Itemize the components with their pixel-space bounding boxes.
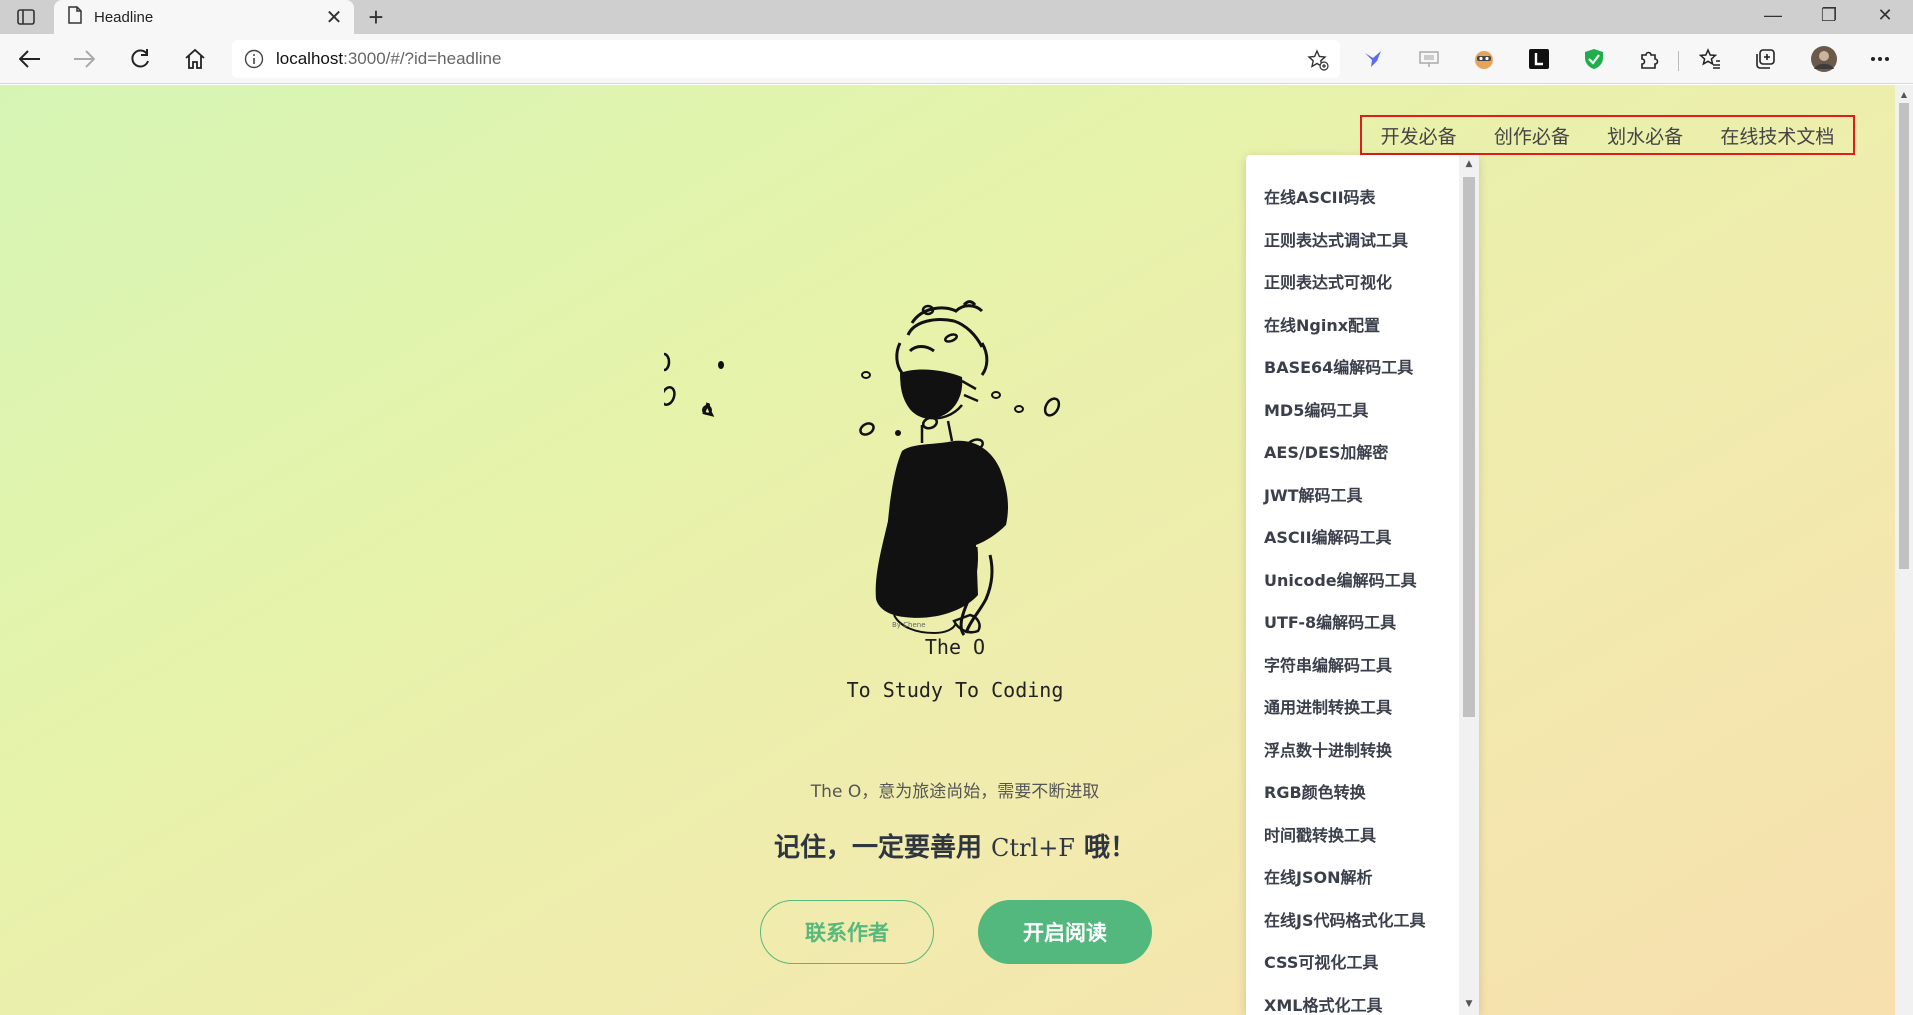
- extensions-puzzle-icon[interactable]: [1633, 43, 1665, 75]
- contact-author-button[interactable]: 联系作者: [760, 900, 934, 964]
- close-window-button[interactable]: ✕: [1857, 0, 1913, 30]
- profile-avatar[interactable]: [1808, 43, 1840, 75]
- restore-button[interactable]: ❐: [1801, 0, 1857, 30]
- scroll-up-arrow-icon[interactable]: ▲: [1459, 157, 1479, 171]
- dropdown-item[interactable]: 正则表达式调试工具: [1264, 220, 1479, 263]
- url-host: localhost: [276, 49, 344, 68]
- dropdown-item[interactable]: UTF-8编解码工具: [1264, 602, 1479, 645]
- back-arrow-icon[interactable]: [12, 41, 48, 77]
- nav-item-leisure-essentials[interactable]: 划水必备: [1607, 122, 1683, 149]
- top-navigation: 开发必备 创作必备 划水必备 在线技术文档: [1360, 115, 1855, 155]
- nav-item-dev-essentials[interactable]: 开发必备: [1381, 122, 1457, 149]
- address-bar[interactable]: localhost:3000/#/?id=headline: [232, 40, 1340, 78]
- dropdown-list: 在线ASCII码表 正则表达式调试工具 正则表达式可视化 在线Nginx配置 B…: [1246, 155, 1479, 1015]
- toolbar-separator: [1678, 51, 1679, 71]
- scroll-down-arrow-icon[interactable]: ▼: [1459, 997, 1479, 1011]
- page-scroll-up-icon[interactable]: ▲: [1899, 89, 1909, 99]
- tab-actions-icon[interactable]: [10, 4, 42, 30]
- dropdown-item[interactable]: MD5编码工具: [1264, 390, 1479, 433]
- url-path: :3000/#/?id=headline: [343, 49, 502, 68]
- dropdown-item[interactable]: 正则表达式可视化: [1264, 262, 1479, 305]
- browser-tab-strip: Headline ✕ + — ❐ ✕: [0, 0, 1913, 34]
- start-reading-button[interactable]: 开启阅读: [978, 900, 1152, 964]
- dropdown-item[interactable]: 在线ASCII码表: [1264, 177, 1479, 220]
- extension-letter-l-icon[interactable]: [1523, 43, 1555, 75]
- dropdown-item[interactable]: 在线Nginx配置: [1264, 305, 1479, 348]
- extension-face-icon[interactable]: [1468, 43, 1500, 75]
- hero-description: The O，意为旅途尚始，需要不断进取: [810, 782, 1100, 802]
- tab-title: Headline: [94, 8, 154, 26]
- refresh-icon[interactable]: [122, 41, 158, 77]
- dropdown-item[interactable]: AES/DES加解密: [1264, 432, 1479, 475]
- dropdown-item[interactable]: BASE64编解码工具: [1264, 347, 1479, 390]
- home-icon[interactable]: [177, 41, 213, 77]
- dropdown-scroll-thumb[interactable]: [1463, 177, 1475, 717]
- favorites-icon[interactable]: [1694, 43, 1726, 75]
- dropdown-item[interactable]: 在线JS代码格式化工具: [1264, 900, 1479, 943]
- dropdown-item[interactable]: XML格式化工具: [1264, 985, 1479, 1015]
- new-tab-button[interactable]: +: [360, 2, 392, 32]
- nav-item-online-docs[interactable]: 在线技术文档: [1720, 122, 1834, 149]
- hero-subtitle: To Study To Coding: [846, 678, 1064, 702]
- page-document-icon: [68, 6, 82, 28]
- extension-bird-icon[interactable]: [1358, 43, 1390, 75]
- page-scroll-thumb[interactable]: [1899, 103, 1909, 569]
- svg-text:By Chene: By Chene: [892, 621, 926, 629]
- hero-tip-prefix: 记住，一定要善用: [773, 833, 992, 863]
- dropdown-item[interactable]: 通用进制转换工具: [1264, 687, 1479, 730]
- extension-screen-icon[interactable]: [1413, 43, 1445, 75]
- browser-toolbar: localhost:3000/#/?id=headline: [0, 34, 1913, 84]
- dropdown-item[interactable]: CSS可视化工具: [1264, 942, 1479, 985]
- add-favorite-icon[interactable]: [1304, 46, 1332, 74]
- dropdown-item[interactable]: 时间戳转换工具: [1264, 815, 1479, 858]
- minimize-button[interactable]: —: [1745, 0, 1801, 30]
- dropdown-item[interactable]: JWT解码工具: [1264, 475, 1479, 518]
- page-viewport: 开发必备 创作必备 划水必备 在线技术文档 By Chene The O To …: [0, 85, 1895, 1015]
- dropdown-item[interactable]: Unicode编解码工具: [1264, 560, 1479, 603]
- dev-tools-dropdown: 在线ASCII码表 正则表达式调试工具 正则表达式可视化 在线Nginx配置 B…: [1246, 155, 1479, 1015]
- dropdown-item[interactable]: 在线JSON解析: [1264, 857, 1479, 900]
- page-scrollbar[interactable]: ▲: [1895, 85, 1913, 1015]
- browser-tab-active[interactable]: Headline ✕: [54, 0, 354, 34]
- hero-tip-suffix: 哦！: [1074, 833, 1137, 863]
- dropdown-item[interactable]: 字符串编解码工具: [1264, 645, 1479, 688]
- hero-tip: 记住，一定要善用 Ctrl+F 哦！: [600, 827, 1310, 864]
- dropdown-item[interactable]: RGB颜色转换: [1264, 772, 1479, 815]
- collections-icon[interactable]: [1749, 43, 1781, 75]
- dropdown-scrollbar[interactable]: ▲ ▼: [1459, 155, 1479, 1015]
- dropdown-item[interactable]: ASCII编解码工具: [1264, 517, 1479, 560]
- forward-arrow-icon[interactable]: [66, 41, 102, 77]
- more-menu-icon[interactable]: [1864, 43, 1896, 75]
- tab-close-icon[interactable]: ✕: [320, 3, 348, 31]
- site-info-icon[interactable]: [232, 49, 276, 69]
- extension-shield-icon[interactable]: [1578, 43, 1610, 75]
- nav-item-creation-essentials[interactable]: 创作必备: [1494, 122, 1570, 149]
- dropdown-item[interactable]: 浮点数十进制转换: [1264, 730, 1479, 773]
- hero-title: The O: [924, 635, 986, 659]
- hero-tip-key: Ctrl+F: [991, 834, 1075, 862]
